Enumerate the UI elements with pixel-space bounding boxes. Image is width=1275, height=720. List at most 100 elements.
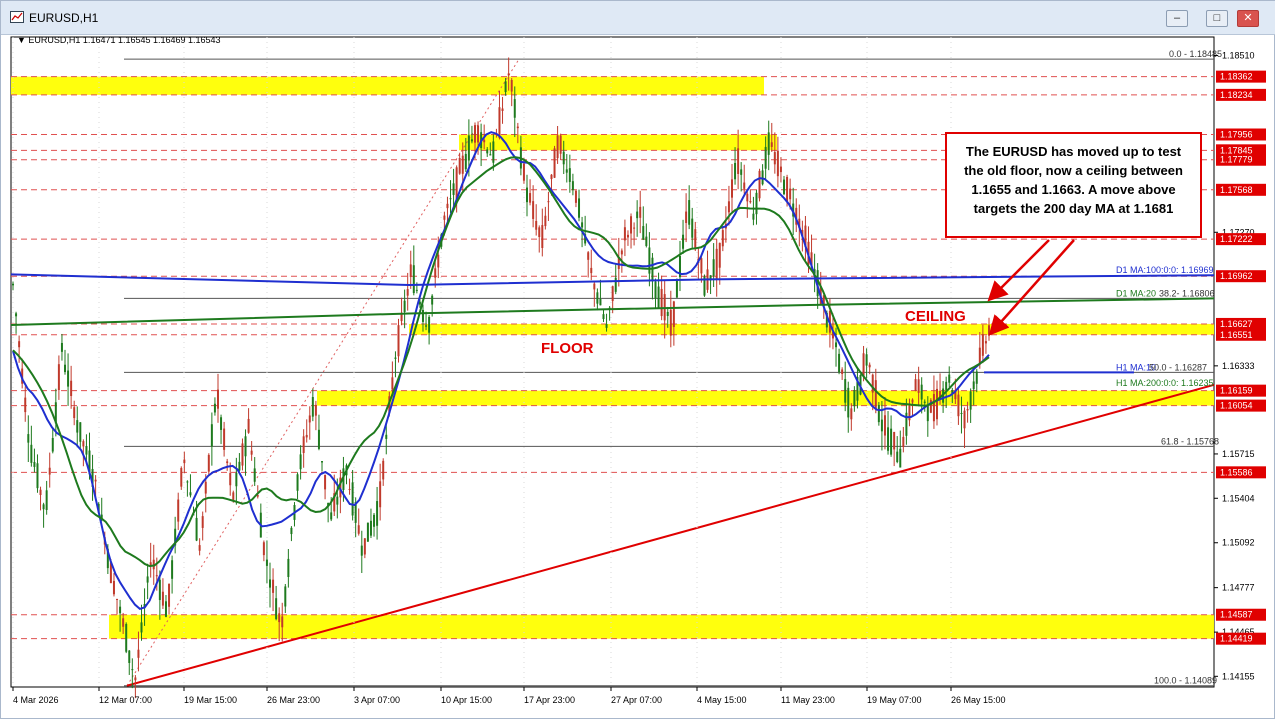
candle-body (565, 169, 568, 173)
candle-body (45, 490, 48, 510)
candle-body (574, 190, 577, 203)
maximize-button[interactable]: □ (1206, 10, 1228, 27)
candle-body (532, 201, 535, 219)
candle-body (220, 417, 223, 430)
candle-body (489, 154, 492, 156)
candle-body (853, 390, 856, 407)
candle-body (773, 152, 776, 165)
candle-body (36, 463, 39, 489)
price-level-tag-label: 1.18234 (1220, 90, 1253, 100)
candle-body (308, 415, 311, 423)
fib-label-0: 0.0 - 1.18485 (1169, 49, 1222, 59)
candle-body (578, 198, 581, 218)
candle-body (932, 394, 935, 422)
candle-body (776, 150, 779, 177)
candle-body (223, 428, 226, 450)
candle-body (247, 418, 250, 433)
candle-body (513, 99, 516, 118)
candle-body (232, 492, 235, 500)
fib-label-61-8: 61.8 - 1.15768 (1161, 436, 1219, 446)
fib-label-50: 50.0 - 1.16287 (1149, 362, 1207, 372)
candle-body (981, 334, 984, 356)
maximize-icon: □ (1213, 12, 1221, 24)
y-tick-label: 1.14155 (1222, 671, 1255, 681)
candle-body (874, 380, 877, 410)
candle-body (394, 357, 397, 359)
candle-body (311, 397, 314, 417)
candle-body (587, 252, 590, 260)
candle-body (868, 364, 871, 368)
candle-body (865, 354, 868, 366)
candle-body (688, 200, 691, 225)
candle-body (431, 295, 434, 305)
price-level-tag-label: 1.16159 (1220, 386, 1253, 396)
candle-body (899, 448, 902, 468)
candle-body (171, 560, 174, 579)
candle-body (599, 299, 602, 306)
candle-body (948, 374, 951, 383)
candle-body (605, 324, 608, 328)
candle-body (180, 468, 183, 487)
window-titlebar[interactable]: EURUSD,H1 – □ ✕ (1, 1, 1275, 35)
candle-body (48, 467, 51, 475)
candle-body (654, 281, 657, 299)
y-tick-label: 1.15092 (1222, 538, 1255, 548)
candle-body (82, 441, 85, 447)
candle-body (911, 399, 914, 403)
candle-body (935, 388, 938, 420)
candle-body (917, 379, 920, 393)
fib-label-100: 100.0 - 1.14089 (1154, 676, 1217, 686)
candle-body (461, 155, 464, 174)
candle-body (336, 496, 339, 505)
candle-body (559, 135, 562, 154)
chart-window-icon (10, 11, 24, 23)
y-tick-label: 1.15404 (1222, 493, 1255, 503)
price-level-tag-label: 1.16551 (1220, 330, 1253, 340)
candle-body (15, 313, 18, 317)
candle-body (238, 461, 241, 471)
candle-body (727, 201, 730, 213)
candle-body (749, 201, 752, 203)
candle-body (112, 580, 115, 595)
candle-body (235, 472, 238, 487)
close-button[interactable]: ✕ (1237, 10, 1259, 27)
candle-body (164, 601, 167, 617)
candle-body (691, 218, 694, 238)
candle-body (321, 461, 324, 463)
support-resistance-zone (409, 323, 1214, 335)
candle-body (275, 598, 278, 620)
candle-body (207, 454, 210, 472)
candle-body (712, 259, 715, 276)
price-level-tag-label: 1.17779 (1220, 155, 1253, 165)
candle-body (880, 419, 883, 432)
candle-body (458, 157, 461, 174)
candle-body (602, 314, 605, 320)
candle-body (226, 461, 229, 464)
candle-body (877, 405, 880, 423)
x-tick-label: 19 May 07:00 (867, 695, 922, 705)
x-tick-label: 19 Mar 15:00 (184, 695, 237, 705)
candle-body (666, 311, 669, 316)
candle-body (464, 153, 467, 170)
minimize-button[interactable]: – (1166, 10, 1188, 27)
candle-body (269, 579, 272, 588)
candle-body (265, 559, 268, 566)
candle-body (12, 283, 14, 286)
candle-body (94, 479, 97, 482)
candle-body (694, 229, 697, 250)
candle-body (421, 309, 424, 322)
candle-body (553, 148, 556, 178)
candle-body (835, 342, 838, 348)
candle-body (409, 264, 412, 278)
candle-body (737, 148, 740, 174)
x-tick-label: 17 Apr 23:00 (524, 695, 575, 705)
candle-body (510, 79, 513, 92)
candle-body (975, 371, 978, 384)
x-tick-label: 12 Mar 07:00 (99, 695, 152, 705)
candle-body (140, 622, 143, 633)
candle-body (752, 213, 755, 220)
candle-body (281, 616, 284, 628)
candle-body (544, 215, 547, 227)
candle-body (767, 132, 770, 155)
y-tick-label: 1.18510 (1222, 51, 1255, 61)
